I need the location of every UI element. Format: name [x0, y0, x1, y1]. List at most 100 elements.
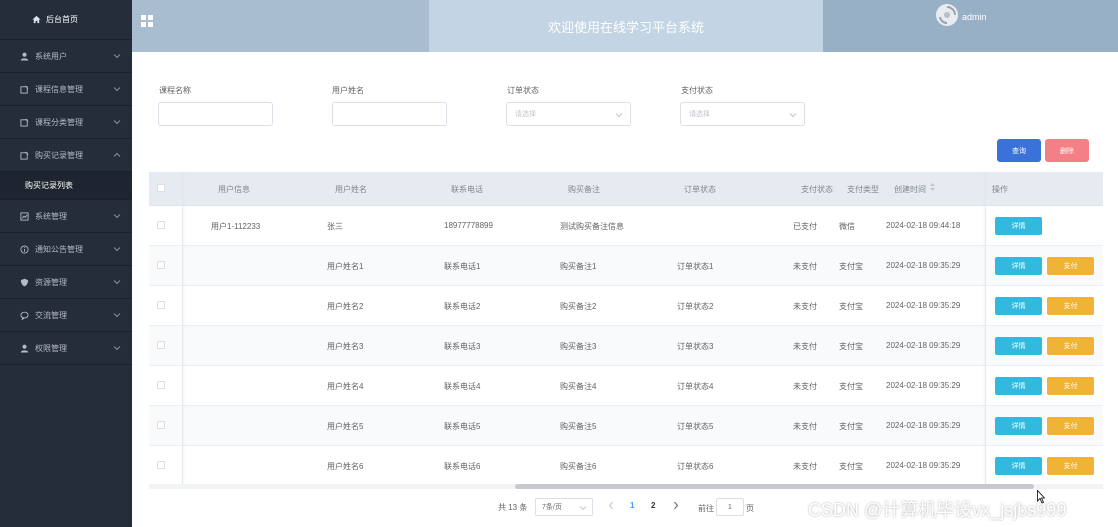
- next-page-icon[interactable]: [673, 501, 679, 512]
- cell-note: 购买备注4: [560, 382, 597, 391]
- table-row[interactable]: 用户姓名3 联系电话3 购买备注3 订单状态3 未支付 支付宝 2024-02-18 09:…: [149, 326, 1103, 366]
- sidebar-item-purchase-records[interactable]: 购买记录管理: [0, 139, 132, 172]
- cell-created-time: 2024-02-18 09:35:29: [886, 301, 961, 310]
- detail-button[interactable]: 详情: [995, 257, 1042, 275]
- chevron-down-icon: [113, 311, 121, 319]
- pay-button[interactable]: 支付: [1047, 417, 1094, 435]
- row-checkbox[interactable]: [157, 421, 165, 429]
- sidebar-item-resource-management[interactable]: 资源管理: [0, 266, 132, 299]
- action-column-divider: [985, 172, 986, 488]
- th-user-name: 用户姓名: [335, 185, 367, 194]
- horizontal-scrollbar[interactable]: [149, 484, 1103, 489]
- page-size-select[interactable]: 7条/页: [535, 498, 593, 516]
- scrollbar-thumb[interactable]: [515, 484, 1034, 489]
- table-row[interactable]: 用户姓名2 联系电话2 购买备注2 订单状态2 未支付 支付宝 2024-02-18 09:…: [149, 286, 1103, 326]
- th-note: 购买备注: [568, 185, 600, 194]
- user-name-label: 用户姓名: [332, 86, 364, 95]
- row-checkbox[interactable]: [157, 261, 165, 269]
- sidebar-item-communication-management[interactable]: 交流管理: [0, 299, 132, 332]
- table-row[interactable]: 用户姓名6 联系电话6 购买备注6 订单状态6 未支付 支付宝 2024-02-18 09:…: [149, 446, 1103, 486]
- cell-pay-status: 未支付: [793, 302, 817, 311]
- pay-button[interactable]: 支付: [1047, 457, 1094, 475]
- page-size-value: 7条/页: [542, 504, 562, 511]
- th-actions: 操作: [992, 185, 1008, 194]
- detail-button[interactable]: 详情: [995, 297, 1042, 315]
- cell-phone: 联系电话4: [444, 382, 481, 391]
- chevron-down-icon: [113, 278, 121, 286]
- detail-button[interactable]: 详情: [995, 217, 1042, 235]
- query-button[interactable]: 查询: [997, 139, 1041, 162]
- user-name-input[interactable]: [332, 102, 447, 126]
- detail-button[interactable]: 详情: [995, 377, 1042, 395]
- row-checkbox[interactable]: [157, 221, 165, 229]
- order-status-label: 订单状态: [507, 86, 539, 95]
- goto-label: 前往: [698, 504, 714, 513]
- filter-bar: 课程名称 用户姓名 订单状态 请选择 支付状态 请选择 查询 删除: [132, 52, 1118, 172]
- sidebar-item-course-category[interactable]: 课程分类管理: [0, 106, 132, 139]
- grid-menu-icon[interactable]: [141, 15, 153, 27]
- order-status-select[interactable]: 请选择: [506, 102, 631, 126]
- sidebar-item-system-management[interactable]: 系统管理: [0, 200, 132, 233]
- th-phone: 联系电话: [451, 185, 483, 194]
- cell-created-time: 2024-02-18 09:44:18: [886, 221, 961, 230]
- row-checkbox[interactable]: [157, 341, 165, 349]
- cell-user-name: 用户姓名6: [327, 462, 364, 471]
- sort-icon[interactable]: [929, 182, 936, 194]
- th-order-status: 订单状态: [684, 185, 716, 194]
- table-row[interactable]: 用户姓名1 联系电话1 购买备注1 订单状态1 未支付 支付宝 2024-02-18 09:…: [149, 246, 1103, 286]
- pay-button[interactable]: 支付: [1047, 377, 1094, 395]
- chevron-down-icon: [789, 111, 797, 119]
- order-status-placeholder: 请选择: [515, 111, 536, 118]
- chevron-down-icon: [113, 118, 121, 126]
- row-checkbox[interactable]: [157, 461, 165, 469]
- row-checkbox[interactable]: [157, 381, 165, 389]
- pay-button[interactable]: 支付: [1047, 337, 1094, 355]
- page-1[interactable]: 1: [630, 501, 634, 510]
- watermark: CSDN @计算机毕设vx_jsjbs999: [808, 500, 1067, 520]
- username[interactable]: admin: [962, 12, 987, 22]
- prev-page-icon[interactable]: [608, 501, 614, 512]
- sidebar-item-label: 资源管理: [35, 277, 67, 287]
- detail-button[interactable]: 详情: [995, 457, 1042, 475]
- pay-button[interactable]: 支付: [1047, 257, 1094, 275]
- sidebar-item-notice-management[interactable]: 通知公告管理: [0, 233, 132, 266]
- purchase-table: 用户信息 用户姓名 联系电话 购买备注 订单状态 支付状态 支付类型 创建时间 …: [149, 172, 1103, 488]
- table-row[interactable]: 用户姓名4 联系电话4 购买备注4 订单状态4 未支付 支付宝 2024-02-18 09:…: [149, 366, 1103, 406]
- cell-order-status: 订单状态4: [677, 382, 714, 391]
- table-row[interactable]: 用户1-112233 张三 18977778899 测试购买备注信息 已支付 微信 2024…: [149, 206, 1103, 246]
- cell-created-time: 2024-02-18 09:35:29: [886, 421, 961, 430]
- delete-button[interactable]: 删除: [1045, 139, 1089, 162]
- pay-status-label: 支付状态: [681, 86, 713, 95]
- cell-phone: 联系电话5: [444, 422, 481, 431]
- th-user-info: 用户信息: [218, 185, 250, 194]
- sidebar-item-label: 交流管理: [35, 310, 67, 320]
- goto-page-input[interactable]: 1: [716, 498, 744, 516]
- edit-icon: [20, 85, 29, 94]
- cell-created-time: 2024-02-18 09:35:29: [886, 381, 961, 390]
- cell-order-status: 订单状态5: [677, 422, 714, 431]
- cell-note: 购买备注6: [560, 462, 597, 471]
- sidebar-home[interactable]: 后台首页: [0, 0, 132, 40]
- table-row[interactable]: 用户姓名5 联系电话5 购买备注5 订单状态5 未支付 支付宝 2024-02-18 09:…: [149, 406, 1103, 446]
- sidebar-item-course-info[interactable]: 课程信息管理: [0, 73, 132, 106]
- detail-button[interactable]: 详情: [995, 417, 1042, 435]
- sidebar-subitem-purchase-list[interactable]: 购买记录列表: [0, 172, 132, 200]
- row-checkbox[interactable]: [157, 301, 165, 309]
- course-name-input[interactable]: [158, 102, 273, 126]
- cell-pay-status: 未支付: [793, 262, 817, 271]
- sidebar-item-permission-management[interactable]: 权限管理: [0, 332, 132, 365]
- avatar[interactable]: [936, 4, 958, 26]
- page-2[interactable]: 2: [651, 501, 655, 510]
- cell-user-name: 用户姓名1: [327, 262, 364, 271]
- header-user-area[interactable]: admin: [823, 0, 1118, 52]
- cell-note: 测试购买备注信息: [560, 222, 624, 231]
- page-title: 欢迎使用在线学习平台系统: [429, 0, 823, 52]
- th-created-time[interactable]: 创建时间: [894, 184, 926, 195]
- pay-button[interactable]: 支付: [1047, 297, 1094, 315]
- sidebar: 后台首页 系统用户 课程信息管理 课程分类管理 购买记录管理 购买记录列表 系统…: [0, 0, 132, 527]
- sidebar-item-system-users[interactable]: 系统用户: [0, 40, 132, 73]
- pay-status-select[interactable]: 请选择: [680, 102, 805, 126]
- chart-icon: [20, 211, 29, 221]
- select-all-checkbox[interactable]: [157, 184, 165, 192]
- detail-button[interactable]: 详情: [995, 337, 1042, 355]
